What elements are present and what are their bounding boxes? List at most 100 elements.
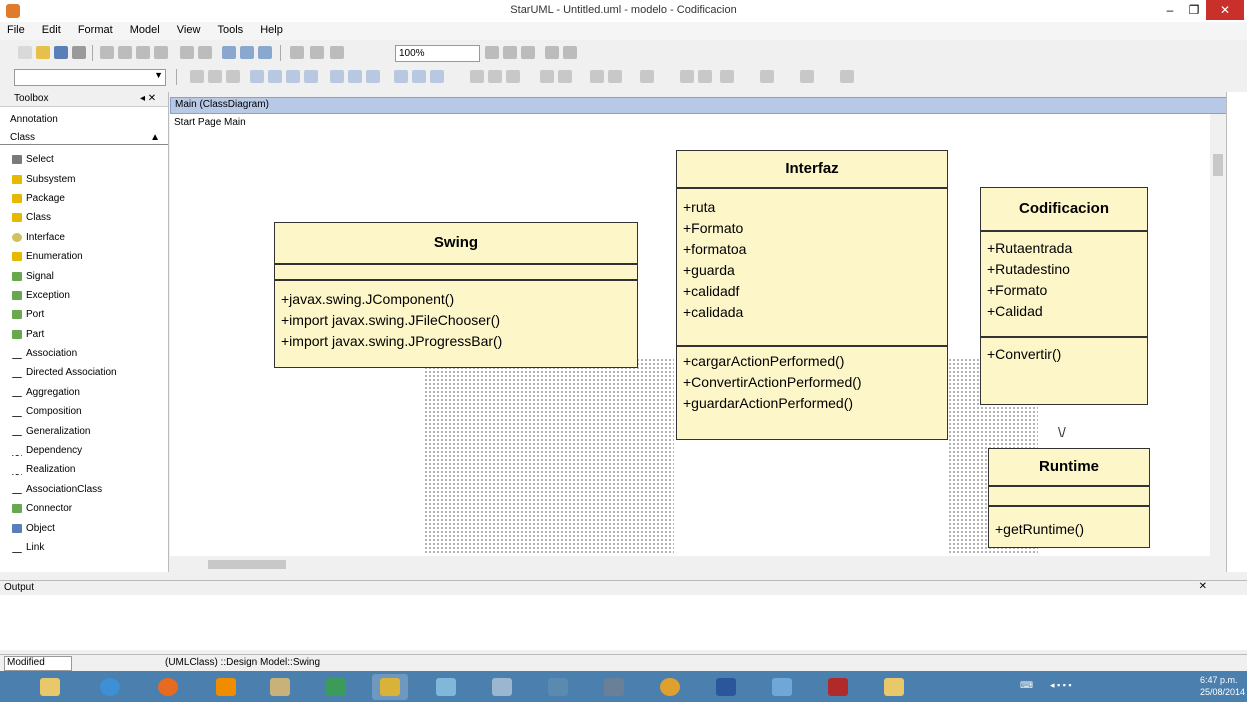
- keyboard-icon[interactable]: ⌨: [1020, 680, 1033, 691]
- align-middle-icon[interactable]: [330, 70, 344, 83]
- auto-resize-icon[interactable]: [720, 70, 734, 83]
- zoom-combo[interactable]: 100%: [395, 45, 480, 62]
- taskbar-app[interactable]: [540, 674, 576, 700]
- operation[interactable]: +guardarActionPerformed(): [677, 393, 947, 414]
- taskbar-app[interactable]: [484, 674, 520, 700]
- toolbox-item[interactable]: Directed Association: [0, 363, 168, 382]
- taskbar-explorer[interactable]: [32, 674, 68, 700]
- print-icon[interactable]: [72, 46, 86, 59]
- rectilinear-icon[interactable]: [488, 70, 502, 83]
- save-icon[interactable]: [54, 46, 68, 59]
- same-width-icon[interactable]: [412, 70, 426, 83]
- find-icon[interactable]: [222, 46, 236, 59]
- toolbox-item[interactable]: Aggregation: [0, 383, 168, 402]
- class-swing[interactable]: Swing +javax.swing.JComponent() +import …: [274, 222, 638, 368]
- open-icon[interactable]: [36, 46, 50, 59]
- zoom-100-icon[interactable]: [485, 46, 499, 59]
- right-side-panel[interactable]: [1226, 92, 1247, 572]
- attribute[interactable]: +formatoa: [677, 239, 947, 260]
- toolbox-section[interactable]: Annotation: [0, 114, 168, 127]
- tray-icons[interactable]: ◂ ▪ ▪ ▪: [1050, 680, 1072, 691]
- toolbox-item[interactable]: AssociationClass: [0, 480, 168, 499]
- properties-icon[interactable]: [760, 70, 774, 83]
- taskbar-app[interactable]: [876, 674, 912, 700]
- menu-edit[interactable]: Edit: [35, 22, 68, 38]
- toolbox-item[interactable]: Link: [0, 538, 168, 557]
- document-tabs[interactable]: Start Page Main: [170, 114, 1210, 132]
- more-icon[interactable]: [840, 70, 854, 83]
- attribute[interactable]: +ruta: [677, 197, 947, 218]
- minimize-button[interactable]: –: [1158, 0, 1182, 20]
- paste-icon[interactable]: [136, 46, 150, 59]
- send-back-icon[interactable]: [558, 70, 572, 83]
- taskbar-app[interactable]: [428, 674, 464, 700]
- layout-icon[interactable]: [240, 46, 254, 59]
- clock-time[interactable]: 6:47 p.m.: [1200, 675, 1238, 685]
- menu-tools[interactable]: Tools: [210, 22, 250, 38]
- scrollbar-thumb[interactable]: [208, 560, 286, 569]
- diagram-canvas[interactable]: Interfaz +ruta +Formato +formatoa +guard…: [170, 132, 1210, 556]
- grid-icon[interactable]: [258, 46, 272, 59]
- class-runtime[interactable]: Runtime +getRuntime(): [988, 448, 1150, 548]
- diagram-tab-header[interactable]: Main (ClassDiagram): [170, 97, 1242, 114]
- class-codificacion[interactable]: Codificacion +Rutaentrada +Rutadestino +…: [980, 187, 1148, 405]
- horizontal-scrollbar[interactable]: [170, 556, 1210, 572]
- operation[interactable]: +cargarActionPerformed(): [677, 351, 947, 372]
- show-operations-icon[interactable]: [608, 70, 622, 83]
- menu-view[interactable]: View: [170, 22, 208, 38]
- same-height-icon[interactable]: [430, 70, 444, 83]
- dependency-arrow-icon[interactable]: \/: [1058, 424, 1066, 440]
- taskbar-word[interactable]: [708, 674, 744, 700]
- vertical-scrollbar[interactable]: [1210, 132, 1226, 556]
- toolbox-item[interactable]: Object: [0, 518, 168, 537]
- toolbox-group[interactable]: Class ▲: [0, 132, 168, 145]
- space-vertical-icon[interactable]: [394, 70, 408, 83]
- taskbar-firefox[interactable]: [150, 674, 186, 700]
- toolbox-item[interactable]: Connector: [0, 499, 168, 518]
- taskbar-app[interactable]: [596, 674, 632, 700]
- toolbox-item[interactable]: Enumeration: [0, 247, 168, 266]
- line-color-icon[interactable]: [190, 70, 204, 83]
- menu-help[interactable]: Help: [253, 22, 290, 38]
- operation[interactable]: +getRuntime(): [989, 519, 1149, 540]
- stereotype-icon[interactable]: [680, 70, 694, 83]
- attribute[interactable]: +calidada: [677, 302, 947, 323]
- delete-icon[interactable]: [154, 46, 168, 59]
- taskbar-staruml[interactable]: [372, 674, 408, 700]
- align-left-icon[interactable]: [250, 70, 264, 83]
- toolbox-item[interactable]: Signal: [0, 266, 168, 285]
- menu-format[interactable]: Format: [71, 22, 120, 38]
- zoom-out-icon[interactable]: [290, 46, 304, 59]
- toolbox-item[interactable]: Class: [0, 208, 168, 227]
- operation[interactable]: +Convertir(): [981, 344, 1147, 365]
- redo-icon[interactable]: [198, 46, 212, 59]
- close-panel-icon[interactable]: ✕: [1199, 581, 1207, 592]
- cut-icon[interactable]: [100, 46, 114, 59]
- options-icon[interactable]: [800, 70, 814, 83]
- window-icon[interactable]: [563, 46, 577, 59]
- visibility-icon[interactable]: [698, 70, 712, 83]
- attribute[interactable]: +Rutadestino: [981, 259, 1147, 280]
- undo-icon[interactable]: [180, 46, 194, 59]
- menu-model[interactable]: Model: [123, 22, 167, 38]
- attribute[interactable]: +Formato: [981, 280, 1147, 301]
- menu-file[interactable]: File: [0, 22, 32, 38]
- pin-icon[interactable]: ◂ ✕: [140, 93, 156, 104]
- align-center-icon[interactable]: [268, 70, 282, 83]
- taskbar-app[interactable]: [262, 674, 298, 700]
- font-combo[interactable]: ▼: [14, 69, 166, 86]
- toolbox-item[interactable]: Exception: [0, 286, 168, 305]
- taskbar-app[interactable]: [764, 674, 800, 700]
- new-icon[interactable]: [18, 46, 32, 59]
- view-icon[interactable]: [545, 46, 559, 59]
- taskbar-vlc[interactable]: [208, 674, 244, 700]
- zoom-in-icon[interactable]: [310, 46, 324, 59]
- toolbox-item[interactable]: Association: [0, 344, 168, 363]
- operation[interactable]: +import javax.swing.JProgressBar(): [275, 331, 637, 352]
- clock-date[interactable]: 25/08/2014: [1200, 687, 1245, 697]
- operation[interactable]: +javax.swing.JComponent(): [275, 289, 637, 310]
- fill-color-icon[interactable]: [208, 70, 222, 83]
- toolbox-item[interactable]: Select: [0, 150, 168, 169]
- attribute[interactable]: +Formato: [677, 218, 947, 239]
- font-color-icon[interactable]: [226, 70, 240, 83]
